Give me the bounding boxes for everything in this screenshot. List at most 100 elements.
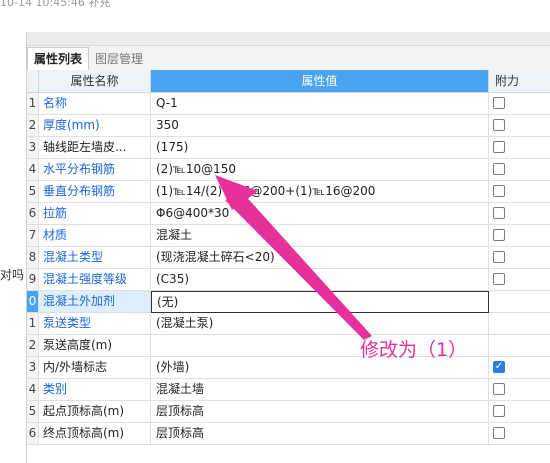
row-index: 5 (27, 401, 39, 423)
property-value-cell[interactable]: (混凝土泵) (151, 313, 489, 335)
table-row[interactable]: 1 泵送类型 (混凝土泵) (27, 313, 550, 335)
table-row[interactable]: 4 水平分布钢筋 (2)℡10@150 (27, 159, 550, 181)
table-row[interactable]: 1 名称 Q-1 (27, 93, 550, 115)
property-value-cell[interactable]: Φ6@400*30 (151, 203, 489, 225)
timestamp-caption: 10-14 10:45:46 补充 (0, 0, 111, 9)
extra-cell (489, 247, 550, 269)
left-note-text: 对吗 (0, 268, 25, 282)
table-row[interactable]: 9 混凝土强度等级 (C35) (27, 269, 550, 291)
property-value-cell[interactable]: 混凝土 (151, 225, 489, 247)
extra-cell (489, 423, 550, 445)
table-row[interactable]: 6 终点顶标高(m) 层顶标高 (27, 423, 550, 445)
property-name-cell: 名称 (39, 93, 151, 115)
property-name-cell: 终点顶标高(m) (39, 423, 151, 445)
property-name-cell: 混凝土类型 (39, 247, 151, 269)
extra-cell (489, 203, 550, 225)
extra-cell (489, 335, 550, 357)
property-name-cell: 厚度(mm) (39, 115, 151, 137)
extra-checkbox[interactable]: ✓ (493, 361, 505, 373)
property-name-cell: 拉筋 (39, 203, 151, 225)
property-value-cell[interactable]: (175) (151, 137, 489, 159)
table-row[interactable]: 6 拉筋 Φ6@400*30 (27, 203, 550, 225)
extra-checkbox[interactable] (493, 427, 505, 439)
property-name-cell: 材质 (39, 225, 151, 247)
property-value-cell[interactable]: (C35) (151, 269, 489, 291)
extra-cell (489, 225, 550, 247)
extra-cell (489, 181, 550, 203)
table-row[interactable]: 2 厚度(mm) 350 (27, 115, 550, 137)
property-value-cell[interactable]: (1)℡14/(2)℡16@200+(1)℡16@200 (151, 181, 489, 203)
row-index: 9 (27, 269, 39, 291)
header-index (27, 70, 39, 93)
property-grid: 属性名称 属性值 附力 1 名称 Q-1 2 厚度(mm) 350 3 轴线距左墙皮... (1… (27, 70, 550, 445)
panel-title-bar (27, 32, 550, 46)
row-index: 6 (27, 423, 39, 445)
extra-cell (489, 291, 550, 313)
table-row[interactable]: 3 轴线距左墙皮... (175) (27, 137, 550, 159)
extra-checkbox[interactable] (493, 405, 505, 417)
table-row[interactable]: 3 内/外墙标志 (外墙) ✓ (27, 357, 550, 379)
property-value-cell[interactable]: 层顶标高 (151, 423, 489, 445)
property-value-cell[interactable]: Q-1 (151, 93, 489, 115)
header-property-name: 属性名称 (39, 70, 151, 93)
extra-cell (489, 115, 550, 137)
property-name-cell: 类别 (39, 379, 151, 401)
extra-checkbox[interactable] (493, 163, 505, 175)
row-index: 3 (27, 137, 39, 159)
row-index: 5 (27, 181, 39, 203)
table-row[interactable]: 8 混凝土类型 (现浇混凝土碎石<20) (27, 247, 550, 269)
extra-checkbox[interactable] (493, 207, 505, 219)
extra-cell (489, 401, 550, 423)
extra-checkbox[interactable] (493, 251, 505, 263)
grid-body: 1 名称 Q-1 2 厚度(mm) 350 3 轴线距左墙皮... (175) 4 水平分布钢筋 (2… (27, 93, 550, 445)
property-name-cell: 轴线距左墙皮... (39, 137, 151, 159)
extra-checkbox[interactable] (493, 229, 505, 241)
extra-cell (489, 379, 550, 401)
property-name-cell: 混凝土强度等级 (39, 269, 151, 291)
tab-property-list[interactable]: 属性列表 (27, 47, 90, 71)
property-value-cell[interactable]: 350 (151, 115, 489, 137)
panel-tabs: 属性列表 图层管理 (27, 46, 550, 71)
row-index: 1 (27, 313, 39, 335)
property-name-cell: 混凝土外加剂 (39, 291, 151, 313)
extra-cell (489, 269, 550, 291)
row-index: 7 (27, 225, 39, 247)
extra-checkbox[interactable] (493, 119, 505, 131)
extra-checkbox[interactable] (493, 185, 505, 197)
table-row[interactable]: 0 混凝土外加剂 (无) (27, 291, 550, 313)
extra-checkbox[interactable] (493, 273, 505, 285)
tab-layer-management[interactable]: 图层管理 (89, 48, 149, 70)
property-name-cell: 内/外墙标志 (39, 357, 151, 379)
annotation-text: 修改为（1） (360, 339, 468, 361)
property-name-cell: 泵送高度(m) (39, 335, 151, 357)
extra-cell (489, 159, 550, 181)
extra-cell (489, 93, 550, 115)
extra-cell (489, 313, 550, 335)
property-value-cell[interactable]: (2)℡10@150 (151, 159, 489, 181)
row-index: 2 (27, 115, 39, 137)
row-index: 4 (27, 379, 39, 401)
row-index: 0 (27, 291, 39, 313)
property-value-cell[interactable]: (无) (151, 291, 489, 313)
grid-header: 属性名称 属性值 附力 (27, 70, 550, 93)
row-index: 2 (27, 335, 39, 357)
table-row[interactable]: 5 起点顶标高(m) 层顶标高 (27, 401, 550, 423)
property-value-cell[interactable]: 混凝土墙 (151, 379, 489, 401)
property-value-cell[interactable]: 层顶标高 (151, 401, 489, 423)
table-row[interactable]: 7 材质 混凝土 (27, 225, 550, 247)
table-row[interactable]: 2 泵送高度(m) (27, 335, 550, 357)
property-name-cell: 起点顶标高(m) (39, 401, 151, 423)
extra-checkbox[interactable] (493, 141, 505, 153)
extra-checkbox[interactable] (493, 383, 505, 395)
extra-checkbox[interactable] (493, 97, 505, 109)
property-name-cell: 垂直分布钢筋 (39, 181, 151, 203)
table-row[interactable]: 5 垂直分布钢筋 (1)℡14/(2)℡16@200+(1)℡16@200 (27, 181, 550, 203)
property-value-cell[interactable]: (现浇混凝土碎石<20) (151, 247, 489, 269)
header-property-value: 属性值 (151, 70, 489, 93)
table-row[interactable]: 4 类别 混凝土墙 (27, 379, 550, 401)
property-name-cell: 水平分布钢筋 (39, 159, 151, 181)
header-extra: 附力 (489, 70, 550, 93)
row-index: 3 (27, 357, 39, 379)
row-index: 8 (27, 247, 39, 269)
extra-cell: ✓ (489, 357, 550, 379)
